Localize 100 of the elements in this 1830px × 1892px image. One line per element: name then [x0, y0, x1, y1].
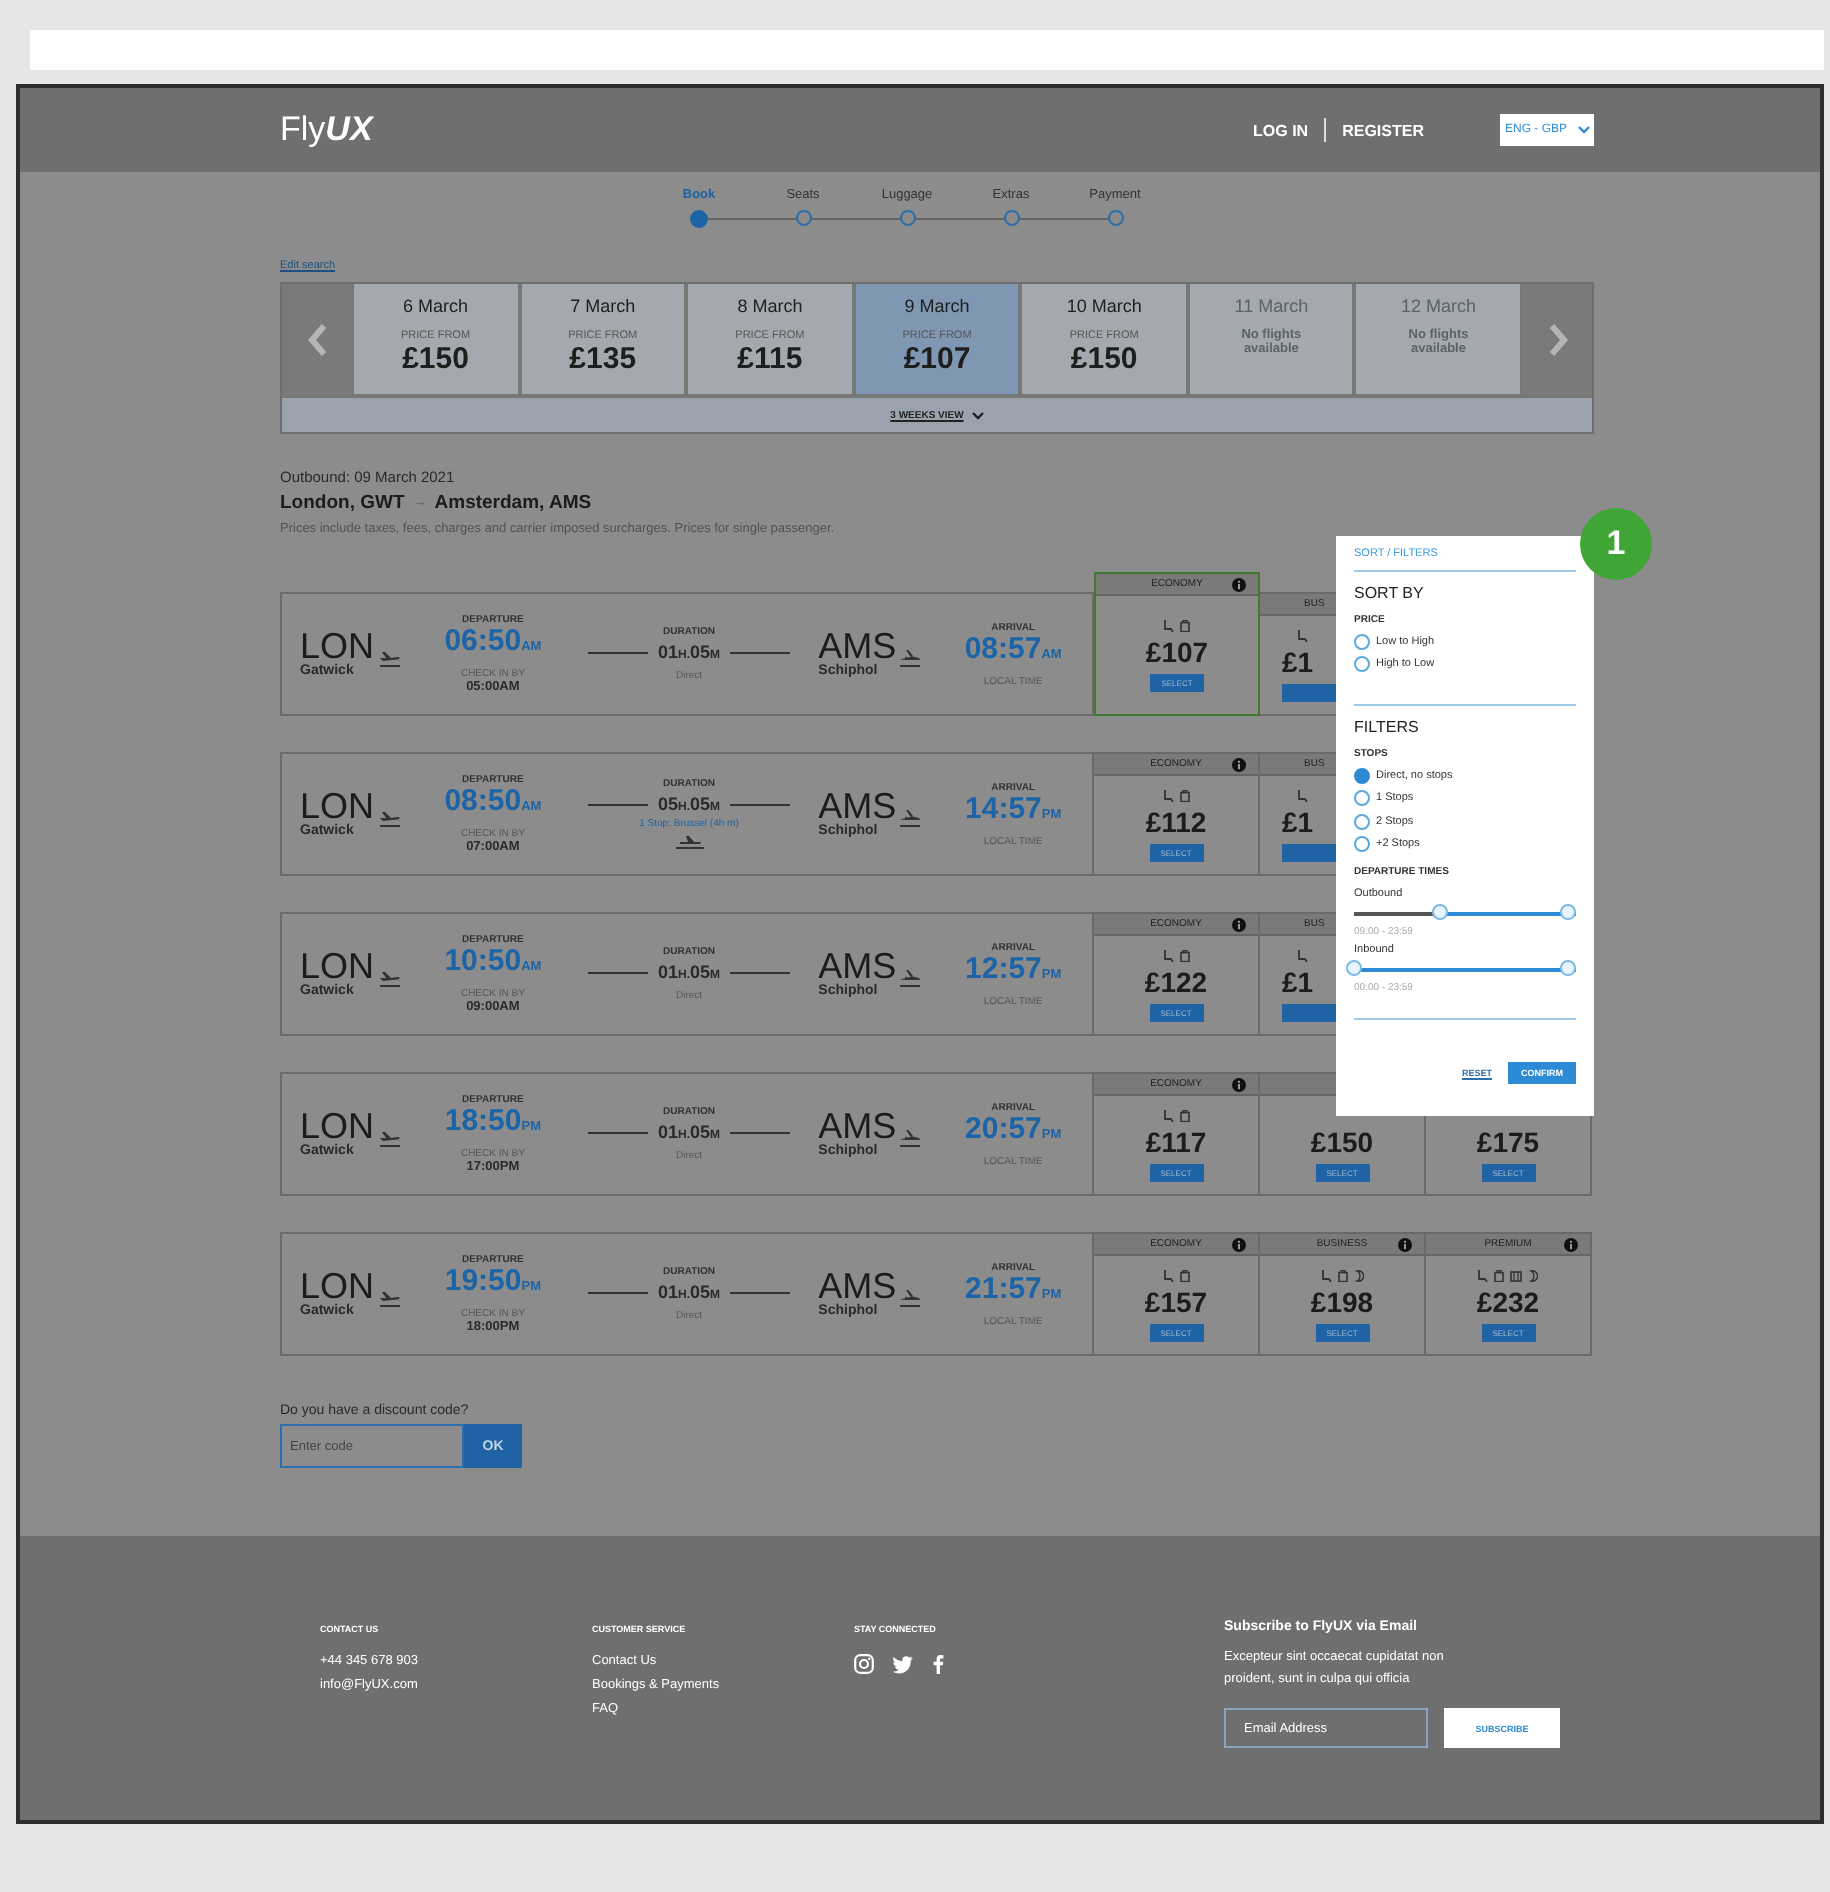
slider-handle[interactable]: [1432, 904, 1449, 920]
slider-handle[interactable]: [1560, 960, 1576, 976]
twitter-icon[interactable]: [892, 1655, 914, 1673]
select-button[interactable]: [1282, 683, 1336, 701]
bag-icon: [1179, 1269, 1189, 1281]
takeoff-icon: [378, 1288, 403, 1308]
header-link[interactable]: REGISTER: [1342, 121, 1424, 139]
bag-icon: [1179, 949, 1189, 961]
airport-code: LON: [300, 790, 375, 824]
date-price: £150: [1070, 342, 1138, 376]
fare-price: £112: [1145, 807, 1207, 837]
info-icon[interactable]: [1232, 1237, 1246, 1251]
step-dot[interactable]: [1107, 210, 1123, 226]
fare-price: £198: [1310, 1287, 1374, 1317]
select-button[interactable]: [1282, 843, 1336, 861]
info-icon[interactable]: [1232, 757, 1246, 771]
airport-code: LON: [300, 1110, 375, 1144]
info-icon[interactable]: [1398, 1237, 1412, 1251]
date-label: 9 March: [904, 296, 970, 316]
radio-button[interactable]: [1354, 836, 1370, 853]
takeoff-icon: [378, 808, 403, 828]
seat-icon: [1321, 1269, 1331, 1281]
landing-icon: [898, 648, 923, 668]
date-label: 11 March: [1234, 296, 1309, 316]
info-icon[interactable]: [1232, 577, 1246, 591]
info-icon[interactable]: [1232, 1077, 1246, 1091]
landing-icon: [898, 1288, 923, 1308]
info-icon[interactable]: [1564, 1237, 1578, 1251]
chevron-down-icon: [971, 411, 984, 419]
step-dot[interactable]: [690, 209, 708, 227]
airport-code: AMS: [818, 950, 897, 984]
airport-code: LON: [300, 1270, 375, 1304]
radio-button[interactable]: [1354, 813, 1370, 830]
fare-price: £232: [1476, 1287, 1540, 1317]
logo[interactable]: FlyUX: [280, 110, 373, 150]
header-link[interactable]: LOG IN: [1253, 121, 1309, 139]
date-label: 12 March: [1400, 296, 1477, 316]
landing-icon: [898, 808, 923, 828]
plane-icon: [673, 834, 705, 850]
takeoff-icon: [378, 648, 403, 668]
fare-price: £175: [1476, 1127, 1540, 1157]
airport-code: LON: [300, 630, 375, 664]
bag-icon: [1494, 1269, 1504, 1281]
sort-heading: SORT BY: [1354, 584, 1424, 602]
seat-icon: [1164, 619, 1174, 631]
seat-icon: [1478, 1269, 1488, 1281]
date-price: £150: [402, 342, 469, 376]
slider-handle[interactable]: [1346, 960, 1362, 976]
fare-price: £1: [1282, 967, 1314, 997]
moon-icon: [1353, 1269, 1363, 1281]
airport-code: AMS: [818, 1270, 897, 1304]
next-button[interactable]: [1522, 284, 1593, 396]
step-dot[interactable]: [899, 210, 915, 226]
landing-icon: [898, 1128, 923, 1148]
slider-handle[interactable]: [1560, 904, 1576, 920]
fare-price: £1: [1282, 647, 1314, 677]
fare-price: £1: [1282, 807, 1314, 837]
luggage-icon: [1510, 1269, 1522, 1281]
moon-icon: [1528, 1269, 1538, 1281]
date-price: £115: [737, 342, 803, 376]
seat-icon: [1163, 1269, 1173, 1281]
chevron-left-icon: [307, 324, 327, 356]
bag-icon: [1179, 1109, 1189, 1121]
seat-icon: [1298, 629, 1308, 641]
radio-button[interactable]: [1354, 767, 1370, 784]
airport-code: AMS: [818, 790, 897, 824]
chevron-right-icon: [1547, 324, 1568, 356]
radio-button[interactable]: [1354, 633, 1370, 650]
bag-icon: [1337, 1269, 1347, 1281]
date-label: 7 March: [570, 296, 636, 316]
seat-icon: [1163, 949, 1173, 961]
origin-city: London, GWT: [280, 492, 405, 514]
airport-code: LON: [300, 950, 375, 984]
airport-code: AMS: [818, 1110, 897, 1144]
select-button[interactable]: [1282, 1003, 1336, 1021]
filters-heading: FILTERS: [1354, 718, 1419, 736]
info-icon[interactable]: [1232, 917, 1246, 931]
takeoff-icon: [378, 968, 403, 988]
seat-icon: [1163, 1109, 1173, 1121]
bag-icon: [1180, 619, 1190, 631]
facebook-icon[interactable]: [932, 1654, 944, 1674]
destination-city: Amsterdam, AMS: [434, 492, 592, 514]
date-price: £107: [903, 342, 971, 376]
fare-price: £150: [1310, 1127, 1374, 1157]
seat-icon: [1298, 949, 1308, 961]
radio-button[interactable]: [1354, 656, 1370, 673]
landing-icon: [898, 968, 923, 988]
date-price: £135: [569, 342, 637, 376]
fare-price: £122: [1144, 967, 1208, 997]
fare-price: £157: [1144, 1287, 1208, 1317]
fare-price: £107: [1145, 637, 1209, 667]
seat-icon: [1163, 789, 1173, 801]
radio-button[interactable]: [1354, 790, 1370, 807]
previous-button[interactable]: [282, 284, 352, 396]
seat-icon: [1298, 789, 1308, 801]
instagram-icon[interactable]: [854, 1654, 874, 1674]
step-dot[interactable]: [1003, 210, 1019, 226]
time-range-slider[interactable]: [1354, 904, 1576, 922]
step-dot[interactable]: [795, 210, 811, 226]
date-label: 8 March: [737, 296, 803, 316]
